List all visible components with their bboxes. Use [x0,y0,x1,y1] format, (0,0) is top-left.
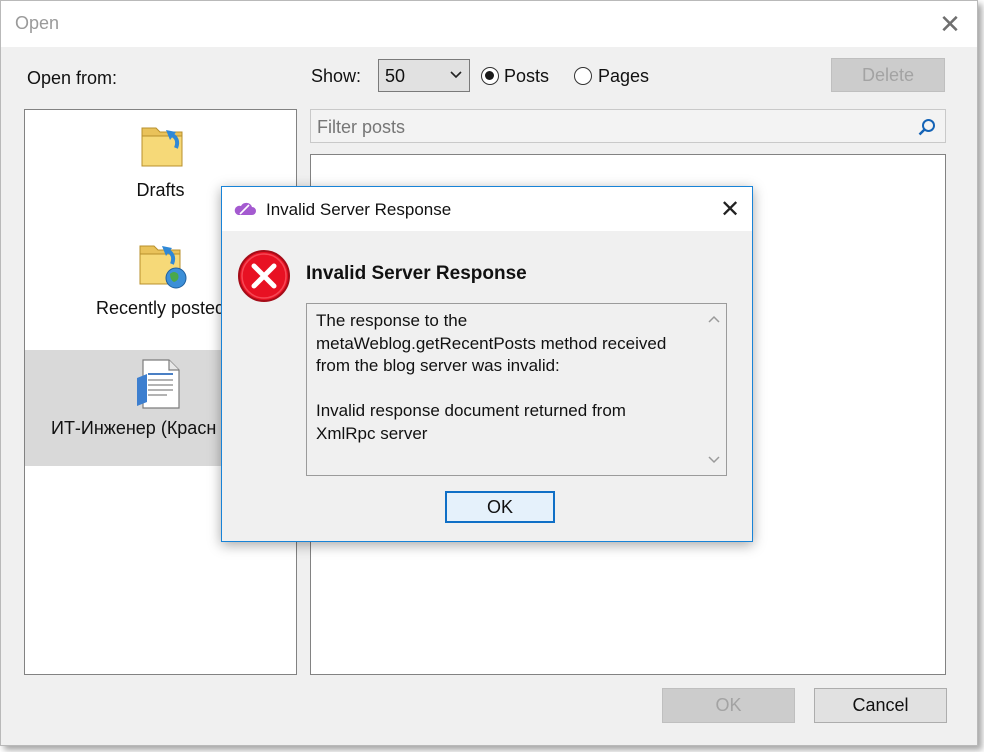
dialog-titlebar: Invalid Server Response ✕ [222,187,752,231]
blog-document-icon [137,359,180,409]
dialog-heading: Invalid Server Response [306,263,527,284]
error-message-box[interactable]: The response to the metaWeblog.getRecent… [306,303,727,476]
drafts-folder-icon [141,127,183,167]
search-icon[interactable] [917,117,937,137]
chevron-down-icon [450,71,462,79]
dialog-title: Invalid Server Response [266,200,452,219]
open-from-label: Open from: [27,68,118,88]
error-message-text: The response to the metaWeblog.getRecent… [316,311,667,443]
dialog-ok-button[interactable]: OK [445,491,555,523]
dialog-close-icon[interactable]: ✕ [714,193,746,225]
cloud-app-icon [234,202,256,215]
scroll-down-icon[interactable] [708,455,720,465]
invalid-server-response-dialog: Invalid Server Response ✕ Invalid Server… [221,186,753,542]
recently-posted-folder-icon [139,245,187,289]
filter-posts-box [310,109,946,143]
pages-radio-label[interactable]: Pages [598,66,649,87]
cancel-button[interactable]: Cancel [814,688,947,723]
scroll-up-icon[interactable] [708,314,720,324]
error-icon [238,250,290,302]
posts-radio[interactable] [481,67,499,85]
show-label: Show: [311,66,362,86]
show-count-value: 50 [385,66,406,86]
window-title: Open [15,13,60,33]
posts-radio-label[interactable]: Posts [504,66,549,87]
show-count-select[interactable]: 50 [378,59,470,92]
window-close-icon[interactable]: ✕ [933,7,967,41]
delete-button[interactable]: Delete [831,58,945,92]
filter-posts-input[interactable] [315,113,909,141]
ok-button[interactable]: OK [662,688,795,723]
window-titlebar: Open ✕ [1,1,977,47]
pages-radio[interactable] [574,67,592,85]
